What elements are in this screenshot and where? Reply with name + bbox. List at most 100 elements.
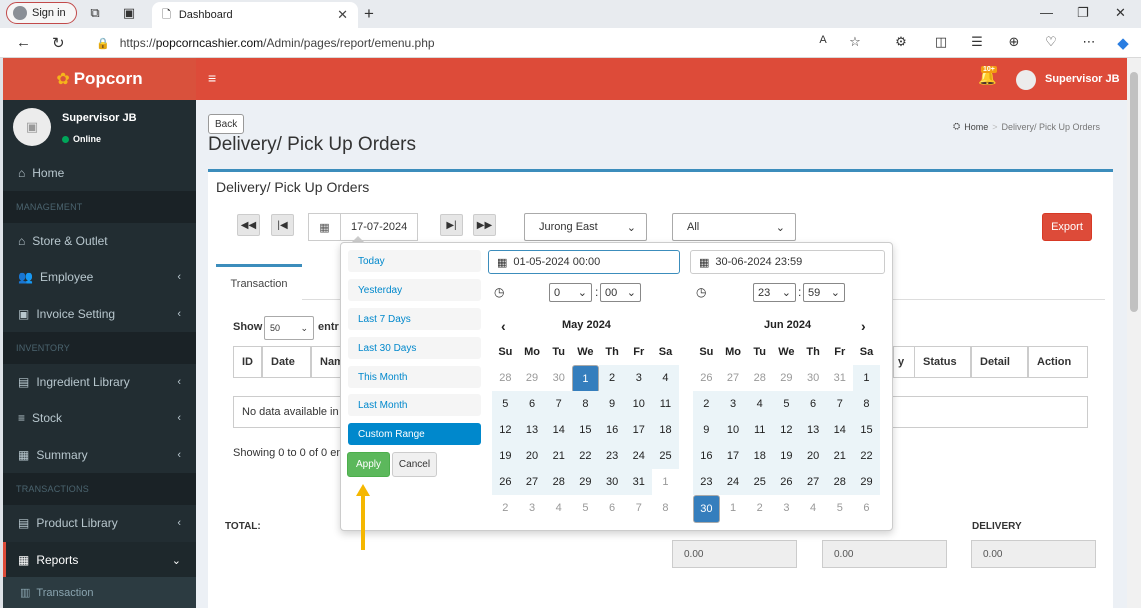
calendar-day[interactable]: 16 <box>693 443 720 469</box>
sidebar-item-employee[interactable]: 👥 Employee ‹ <box>3 259 196 295</box>
calendar-day[interactable]: 10 <box>719 417 747 443</box>
start-date-input[interactable]: ▦ 01-05-2024 00:00 <box>488 250 680 274</box>
calendar-day[interactable]: 20 <box>799 443 827 469</box>
calendar-day[interactable]: 15 <box>572 417 599 443</box>
calendar-day[interactable]: 13 <box>799 417 827 443</box>
calendar-day[interactable]: 8 <box>572 391 599 417</box>
calendar-day[interactable]: 26 <box>492 469 519 495</box>
calendar-day[interactable]: 22 <box>572 443 599 469</box>
calendar-day[interactable]: 7 <box>545 391 573 417</box>
col-header-action[interactable]: Action <box>1028 346 1088 378</box>
calendar-day[interactable]: 30 <box>693 495 720 523</box>
calendar-day[interactable]: 19 <box>492 443 519 469</box>
tab-transaction[interactable]: Transaction <box>216 264 302 300</box>
first-page-button[interactable]: ◀◀ <box>237 214 260 236</box>
range-today[interactable]: Today <box>348 250 481 272</box>
favorites-list-icon[interactable]: ☰ <box>968 34 986 50</box>
sidebar-item-store[interactable]: ⌂ Store & Outlet <box>3 223 196 259</box>
calendar-day[interactable]: 28 <box>746 365 773 391</box>
calendar-day[interactable]: 12 <box>492 417 519 443</box>
copilot-icon[interactable]: ◆ <box>1114 34 1132 52</box>
calendar-day[interactable]: 31 <box>625 469 653 495</box>
favorite-star-icon[interactable]: ☆ <box>846 34 864 50</box>
calendar-day[interactable]: 14 <box>545 417 573 443</box>
col-header-detail[interactable]: Detail <box>971 346 1028 378</box>
range-last-30-days[interactable]: Last 30 Days <box>348 337 481 359</box>
calendar-day[interactable]: 4 <box>545 495 572 521</box>
calendar-day[interactable]: 7 <box>826 391 854 417</box>
calendar-day[interactable]: 3 <box>519 495 546 521</box>
calendar-day[interactable]: 8 <box>853 391 880 417</box>
outlet-select[interactable]: Jurong East ⌄ <box>524 213 647 241</box>
calendar-day[interactable]: 29 <box>519 365 546 391</box>
extensions-icon[interactable]: ⚙ <box>892 34 910 50</box>
calendar-day[interactable]: 26 <box>693 365 720 391</box>
calendar-day[interactable]: 3 <box>625 365 653 391</box>
filter-select[interactable]: All ⌄ <box>672 213 796 241</box>
split-screen-icon[interactable]: ◫ <box>932 34 950 50</box>
calendar-day[interactable]: 29 <box>572 469 599 495</box>
calendar-day[interactable]: 29 <box>773 365 800 391</box>
close-tab-icon[interactable]: ✕ <box>337 7 348 23</box>
top-user-name[interactable]: Supervisor JB <box>1045 73 1120 85</box>
calendar-day[interactable]: 11 <box>746 417 774 443</box>
sidebar-subitem-transaction[interactable]: ▥ Transaction <box>3 577 196 608</box>
calendar-day[interactable]: 13 <box>518 417 546 443</box>
breadcrumb-home[interactable]: Home <box>964 122 988 132</box>
calendar-day[interactable]: 1 <box>572 365 599 393</box>
scrollbar[interactable] <box>1127 58 1141 608</box>
calendar-day[interactable]: 21 <box>826 443 854 469</box>
calendar-day[interactable]: 6 <box>799 391 827 417</box>
calendar-day[interactable]: 18 <box>746 443 774 469</box>
calendar-day[interactable]: 21 <box>545 443 573 469</box>
calendar-day[interactable]: 22 <box>853 443 880 469</box>
col-header-id[interactable]: ID <box>233 346 262 378</box>
next-month-icon[interactable]: › <box>861 318 866 334</box>
browser-essentials-icon[interactable]: ♡ <box>1042 34 1060 50</box>
new-tab-icon[interactable]: + <box>364 4 374 24</box>
sidebar-item-ingredient[interactable]: ▤ Ingredient Library ‹ <box>3 364 196 400</box>
calendar-day[interactable]: 27 <box>518 469 546 495</box>
calendar-day[interactable]: 9 <box>693 417 720 443</box>
calendar-day[interactable]: 24 <box>625 443 653 469</box>
calendar-day[interactable]: 5 <box>826 495 853 521</box>
calendar-day[interactable]: 4 <box>800 495 827 521</box>
calendar-day[interactable]: 27 <box>799 469 827 495</box>
end-date-input[interactable]: ▦ 30-06-2024 23:59 <box>690 250 885 274</box>
last-page-button[interactable]: ▶▶ <box>473 214 496 236</box>
calendar-day[interactable]: 7 <box>625 495 652 521</box>
sign-in-button[interactable]: Sign in <box>6 2 77 24</box>
sidebar-item-product[interactable]: ▤ Product Library ‹ <box>3 505 196 541</box>
workspaces-icon[interactable]: ⧉ <box>88 6 102 20</box>
sidebar-item-reports[interactable]: ▦ Reports ⌄ <box>3 542 196 578</box>
calendar-day[interactable]: 19 <box>773 443 800 469</box>
minimize-icon[interactable]: — <box>1040 5 1053 20</box>
range-custom[interactable]: Custom Range <box>348 423 481 445</box>
calendar-day[interactable]: 25 <box>746 469 774 495</box>
prev-month-icon[interactable]: ‹ <box>501 318 506 334</box>
calendar-day[interactable]: 2 <box>693 391 720 417</box>
start-minute-select[interactable]: 00 ⌄ <box>600 283 641 302</box>
calendar-day[interactable]: 28 <box>826 469 854 495</box>
sidebar-item-invoice[interactable]: ▣ Invoice Setting ‹ <box>3 296 196 332</box>
sidebar-item-stock[interactable]: ≡ Stock ‹ <box>3 400 196 436</box>
calendar-day[interactable]: 3 <box>773 495 800 521</box>
cancel-button[interactable]: Cancel <box>392 452 437 477</box>
sidebar-item-home[interactable]: ⌂ Home <box>3 155 196 191</box>
calendar-day[interactable]: 3 <box>719 391 747 417</box>
restore-icon[interactable]: ❐ <box>1077 5 1089 21</box>
more-options-icon[interactable]: ⋯ <box>1080 34 1098 50</box>
page-length-select[interactable]: 50 ⌄ <box>264 316 314 340</box>
calendar-day[interactable]: 17 <box>719 443 747 469</box>
calendar-day[interactable]: 11 <box>652 391 679 417</box>
range-last-7-days[interactable]: Last 7 Days <box>348 308 481 330</box>
calendar-day[interactable]: 23 <box>693 469 720 495</box>
brand-logo[interactable]: ✿ Popcorn <box>3 58 196 100</box>
browser-tab-dashboard[interactable]: 🗋 Dashboard ✕ <box>152 2 358 28</box>
url-field[interactable]: 🔒 https://popcorncashier.com/Admin/pages/… <box>88 32 878 54</box>
start-hour-select[interactable]: 0 ⌄ <box>549 283 592 302</box>
calendar-day[interactable]: 14 <box>826 417 854 443</box>
calendar-day[interactable]: 4 <box>746 391 774 417</box>
collections-icon[interactable]: ⊕ <box>1005 34 1023 50</box>
calendar-day[interactable]: 16 <box>598 417 626 443</box>
